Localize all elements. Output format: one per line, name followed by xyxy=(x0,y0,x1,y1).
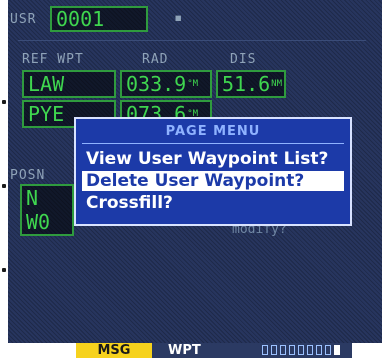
page-indicator-box xyxy=(325,345,331,355)
page-indicator-box xyxy=(271,345,277,355)
page-indicator-box xyxy=(262,345,268,355)
menu-item-delete-user-waypoint[interactable]: Delete User Waypoint? xyxy=(82,171,344,191)
distance-field-1[interactable]: 51.6NM xyxy=(216,70,286,98)
page-indicator-box xyxy=(307,345,313,355)
right-bezel xyxy=(352,343,382,358)
status-bar: MSG WPT xyxy=(0,343,382,358)
gps-screen: USR 0001 ▪ REF WPT RAD DIS LAW 033.9°M 5… xyxy=(8,0,382,343)
page-group-label: WPT xyxy=(168,343,201,358)
dis-header: DIS xyxy=(230,52,257,67)
distance-value: 51.6 xyxy=(222,72,271,96)
waypoint-marker-icon: ▪ xyxy=(174,10,183,26)
page-indicator-box xyxy=(298,345,304,355)
page-indicator-active xyxy=(334,345,340,355)
menu-item-crossfill[interactable]: Crossfill? xyxy=(82,193,344,213)
status-bar-left-bezel xyxy=(0,343,76,358)
page-indicator-box xyxy=(280,345,286,355)
longitude-prefix: W0 xyxy=(26,210,51,234)
page-menu: PAGE MENU View User Waypoint List? Delet… xyxy=(74,117,352,226)
ref-wpt-header: REF WPT xyxy=(22,52,84,67)
ref-waypoint-value: LAW xyxy=(28,72,65,96)
bezel-dot xyxy=(2,184,6,188)
page-indicator-box xyxy=(316,345,322,355)
radial-field-1[interactable]: 033.9°M xyxy=(120,70,212,98)
page-indicator-box xyxy=(289,345,295,355)
bezel-dot xyxy=(2,100,6,104)
ref-waypoint-field-1[interactable]: LAW xyxy=(22,70,116,98)
ref-waypoint-value: PYE xyxy=(28,102,65,126)
divider xyxy=(18,40,366,41)
page-menu-title: PAGE MENU xyxy=(165,124,261,139)
radial-unit: °M xyxy=(187,79,199,89)
left-bezel xyxy=(0,0,8,343)
position-field[interactable]: N W0 xyxy=(20,184,74,236)
page-menu-divider xyxy=(82,143,344,144)
posn-label: POSN xyxy=(10,168,46,183)
radial-value: 033.9 xyxy=(126,72,187,96)
menu-item-view-user-waypoint-list[interactable]: View User Waypoint List? xyxy=(82,149,344,169)
usr-label: USR xyxy=(10,12,37,27)
distance-unit: NM xyxy=(271,79,283,89)
msg-annunciator[interactable]: MSG xyxy=(76,343,152,358)
rad-header: RAD xyxy=(142,52,169,67)
user-waypoint-id-field[interactable]: 0001 xyxy=(50,6,148,32)
user-waypoint-id-value: 0001 xyxy=(56,7,105,31)
bezel-dot xyxy=(2,268,6,272)
latitude-prefix: N xyxy=(26,186,39,210)
